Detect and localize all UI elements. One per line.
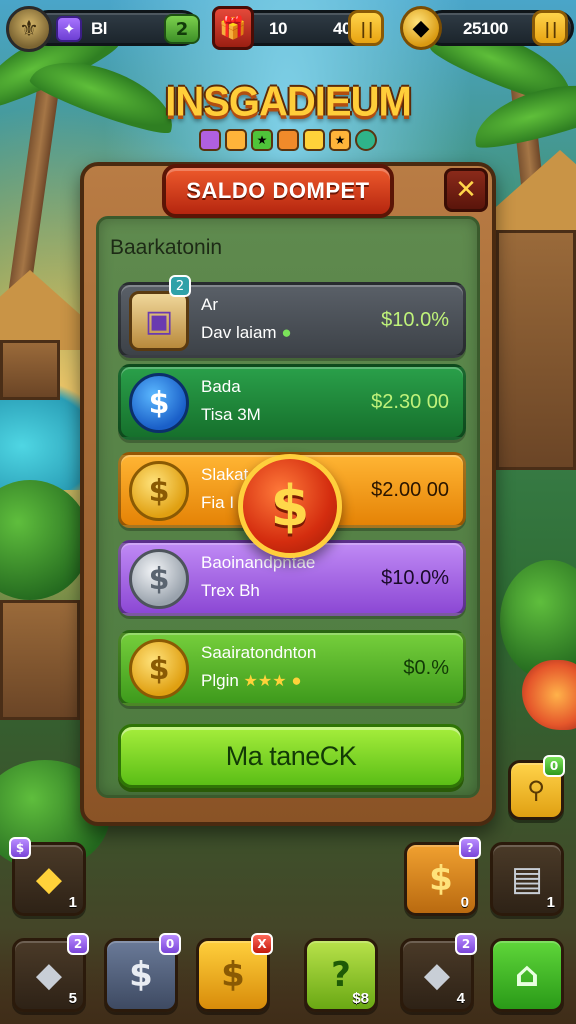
- row-sub: Fia I: [201, 493, 235, 512]
- row-badge: 2: [169, 275, 191, 297]
- row-name: Ar: [201, 295, 218, 314]
- star-gem-icon: ★: [329, 129, 351, 151]
- bush: [0, 480, 90, 600]
- crest-icon[interactable]: ⚜: [6, 6, 52, 52]
- gold-coins-icon: $: [221, 955, 245, 995]
- resource-1-value: 10: [269, 19, 287, 38]
- gold-coins-icon: $: [129, 639, 189, 699]
- close-icon: ✕: [455, 175, 477, 205]
- slot-count: 4: [456, 990, 465, 1007]
- inventory-slot[interactable]: ◆ $ 1: [9, 837, 86, 916]
- slot-count: 5: [68, 990, 77, 1007]
- gold-nugget-icon: ◆: [35, 859, 63, 899]
- silver-stack-icon: ▤: [510, 859, 544, 899]
- row-name: Bada: [201, 377, 241, 396]
- wallet-row[interactable]: $ Saairatondnton Plgin ★★★ ● $0.%: [118, 630, 466, 706]
- side-quest-button[interactable]: ⚲ 0: [508, 755, 565, 820]
- chest-gem-icon: [303, 129, 325, 151]
- hotbar-slot[interactable]: $ 0: [104, 933, 181, 1012]
- dollar-coin-icon: $: [238, 454, 342, 558]
- pause-button[interactable]: | |: [532, 10, 568, 46]
- slot-badge: $: [9, 837, 31, 859]
- market-stall: [0, 600, 80, 720]
- top-bar: Bl ⚜ ✦ 2 10 40 🎁 | | 25100 ◆ | |: [6, 6, 574, 52]
- slot-badge: X: [251, 933, 273, 955]
- slot-badge: ?: [459, 837, 481, 859]
- game-logo: INSGADIEUM ★ ★: [0, 78, 576, 151]
- hotbar-slot[interactable]: ⌂: [490, 938, 564, 1012]
- green-coin-icon: ?: [331, 955, 351, 995]
- row-sub: Dav laiam ●: [201, 323, 292, 342]
- chest-icon: 🎁: [212, 6, 254, 50]
- tropical-flower: [522, 660, 576, 730]
- inventory-slot[interactable]: ▤ 1: [490, 842, 564, 916]
- row-amount: $0.%: [403, 657, 449, 679]
- magnifier-icon: ⚲: [527, 776, 545, 804]
- hut-left: [0, 340, 60, 400]
- panel-title-ribbon: SALDO DOMPET: [162, 164, 394, 218]
- row-amount: $10.0%: [381, 567, 449, 589]
- wallet-row[interactable]: ▣ 2 Ar Dav laiam ● $10.0%: [118, 275, 466, 358]
- slot-badge: 0: [159, 933, 181, 955]
- gold-coin-icon: $: [129, 461, 189, 521]
- row-sub: Plgin ★★★ ●: [201, 671, 302, 690]
- blue-coin-icon: $: [129, 373, 189, 433]
- logo-title: INSGADIEUM: [165, 78, 412, 126]
- add-resource-button[interactable]: | |: [348, 10, 384, 46]
- hotbar-slot[interactable]: ? $8: [304, 938, 378, 1012]
- confirm-button[interactable]: Ma taneCK: [118, 724, 464, 788]
- player-stat: Bl: [91, 19, 108, 38]
- gold-coin-icon: $: [429, 859, 453, 899]
- fleur-icon: ✦: [56, 16, 82, 42]
- row-amount: $2.00 00: [371, 479, 449, 501]
- logo-gems: ★ ★: [0, 129, 576, 151]
- star-icon: ★★★: [243, 673, 287, 690]
- inventory-slot[interactable]: $ ? 0: [404, 837, 481, 916]
- close-button[interactable]: ✕: [444, 168, 488, 212]
- leaf-icon: ●: [281, 323, 292, 342]
- wallet-row[interactable]: $ Bada Tisa 3M $2.30 00: [118, 364, 466, 440]
- crate-icon: ▣: [129, 291, 189, 351]
- row-name: Slakat: [201, 465, 249, 484]
- coin-gem-icon: [355, 129, 377, 151]
- slot-badge: 2: [455, 933, 477, 955]
- hotbar-slot[interactable]: $ X: [196, 933, 273, 1012]
- hotbar-slot[interactable]: ◆ 2 4: [400, 933, 477, 1012]
- hotbar-slot[interactable]: ◆ 2 5: [12, 933, 89, 1012]
- confirm-button-label: Ma taneCK: [225, 740, 357, 771]
- gem-icon: [199, 129, 221, 151]
- slot-badge: 0: [543, 755, 565, 777]
- level-badge: 2: [164, 14, 200, 44]
- row-sub: Tisa 3M: [201, 405, 261, 424]
- silver-coin-icon: $: [129, 955, 153, 995]
- hut-right: [496, 230, 576, 470]
- row-sub: Trex Bh: [201, 581, 260, 600]
- row-amount: $10.0%: [381, 309, 449, 331]
- section-label: Baarkatonin: [110, 236, 223, 259]
- gold-bar-icon: ◆: [400, 6, 442, 50]
- panel-title: SALDO DOMPET: [186, 178, 370, 203]
- slot-count: 1: [546, 894, 555, 911]
- star-gem-icon: ★: [251, 129, 273, 151]
- row-name: Saairatondnton: [201, 643, 317, 662]
- resource-2-value: 25100: [463, 19, 508, 38]
- row-amount: $2.30 00: [371, 391, 449, 413]
- gem-icon: [225, 129, 247, 151]
- slot-count: 0: [460, 894, 469, 911]
- silver-coin-icon: $: [129, 549, 189, 609]
- silver-bar-icon: ◆: [35, 955, 63, 995]
- slot-count: $8: [352, 990, 369, 1007]
- slot-badge: 2: [67, 933, 89, 955]
- coin-icon: ●: [291, 671, 302, 690]
- silver-bar-icon: ◆: [423, 955, 451, 995]
- slot-count: 1: [68, 894, 77, 911]
- gem-icon: [277, 129, 299, 151]
- home-arrow-icon: ⌂: [514, 955, 540, 995]
